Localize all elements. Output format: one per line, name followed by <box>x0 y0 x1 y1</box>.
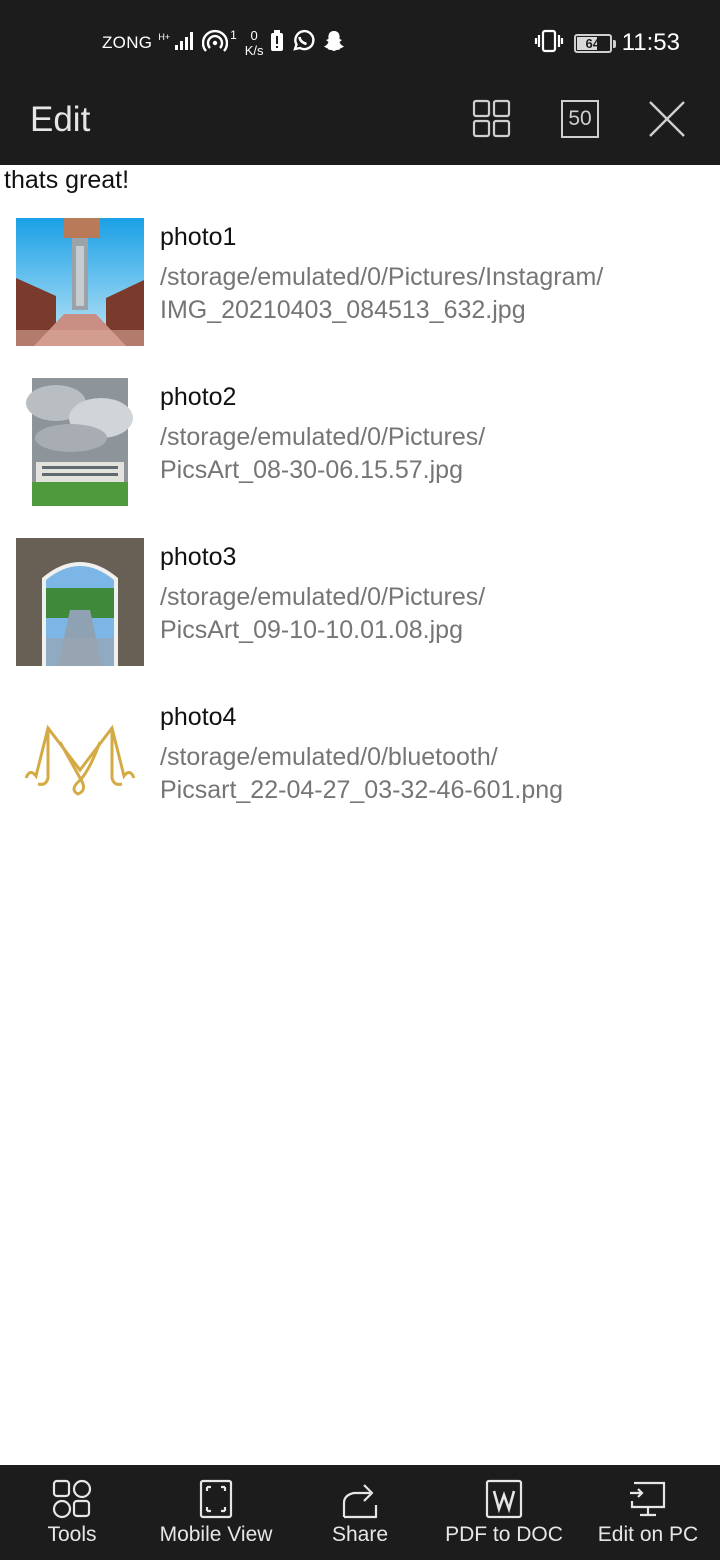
photo-thumbnail <box>16 698 144 826</box>
edit-on-pc-button[interactable]: Edit on PC <box>590 1465 706 1560</box>
carrier-name: ZONG <box>102 33 153 52</box>
photo-path-line: PicsArt_09-10-10.01.08.jpg <box>160 616 463 644</box>
status-bar: ZONG H+ 1 0 K/s 64 11:53 <box>0 0 720 84</box>
top-toolbar: Edit 50 <box>0 84 720 165</box>
close-button[interactable] <box>646 98 688 140</box>
share-icon <box>340 1479 380 1519</box>
list-item[interactable]: photo3 /storage/emulated/0/Pictures/ Pic… <box>0 538 720 698</box>
photo-list: photo1 /storage/emulated/0/Pictures/Inst… <box>0 218 720 858</box>
mobile-view-icon <box>199 1479 233 1519</box>
photo-name: photo1 <box>160 223 237 251</box>
photo-name: photo2 <box>160 383 237 411</box>
photo-path-line: PicsArt_08-30-06.15.57.jpg <box>160 456 463 484</box>
battery-percent: 64 <box>585 35 600 51</box>
photo-path: /storage/emulated/0/bluetooth/ Picsart_2… <box>160 741 705 807</box>
tools-icon <box>52 1479 92 1519</box>
zoom-level: 50 <box>561 100 599 138</box>
clock: 11:53 <box>621 29 680 56</box>
photo-path-line: /storage/emulated/0/Pictures/ <box>160 423 486 451</box>
mobile-view-label: Mobile View <box>159 1523 273 1546</box>
battery-indicator: 64 <box>573 33 616 53</box>
photo-path: /storage/emulated/0/Pictures/ PicsArt_08… <box>160 421 705 487</box>
photo-path-line: /storage/emulated/0/Pictures/Instagram/ <box>160 263 604 291</box>
pc-monitor-icon <box>628 1479 668 1519</box>
speed-value: 0 <box>250 28 258 43</box>
share-button[interactable]: Share <box>316 1465 404 1560</box>
word-doc-icon <box>485 1479 523 1519</box>
grid-view-button[interactable] <box>471 98 513 140</box>
hotspot-client-count: 1 <box>230 28 237 42</box>
signal-icon <box>174 31 196 56</box>
photo-path-line: IMG_20210403_084513_632.jpg <box>160 296 526 324</box>
close-icon <box>649 101 685 137</box>
status-right: 64 11:53 <box>534 26 680 60</box>
photo-path-line: Picsart_22-04-27_03-32-46-601.png <box>160 776 564 804</box>
photo-path-line: /storage/emulated/0/bluetooth/ <box>160 743 498 771</box>
edit-on-pc-label: Edit on PC <box>597 1523 699 1546</box>
photo-name: photo4 <box>160 703 237 731</box>
photo-path: /storage/emulated/0/Pictures/Instagram/ … <box>160 261 705 327</box>
speed-unit: K/s <box>244 43 264 58</box>
photo-name: photo3 <box>160 543 237 571</box>
bottom-toolbar: Tools Mobile View Share PDF to DOC Edit … <box>0 1465 720 1560</box>
message-text: thats great! <box>4 166 130 194</box>
tools-button[interactable]: Tools <box>26 1465 118 1560</box>
list-item[interactable]: photo2 /storage/emulated/0/Pictures/ Pic… <box>0 378 720 538</box>
photo-path-line: /storage/emulated/0/Pictures/ <box>160 583 486 611</box>
photo-thumbnail <box>16 538 144 666</box>
list-item[interactable]: photo1 /storage/emulated/0/Pictures/Inst… <box>0 218 720 378</box>
photo-thumbnail <box>16 378 144 506</box>
network-type: H+ <box>158 31 171 42</box>
share-label: Share <box>331 1523 389 1546</box>
pdf-to-doc-label: PDF to DOC <box>445 1523 563 1546</box>
page-title: Edit <box>30 100 91 139</box>
pdf-to-doc-button[interactable]: PDF to DOC <box>440 1465 568 1560</box>
hotspot-icon <box>201 29 229 58</box>
list-item[interactable]: photo4 /storage/emulated/0/bluetooth/ Pi… <box>0 698 720 858</box>
photo-path: /storage/emulated/0/Pictures/ PicsArt_09… <box>160 581 705 647</box>
battery-saver-icon <box>270 29 284 57</box>
whatsapp-icon <box>290 28 316 59</box>
status-left: ZONG H+ 1 0 K/s <box>102 26 346 60</box>
snapchat-icon <box>322 29 346 58</box>
vibrate-icon <box>534 29 564 58</box>
grid-view-icon <box>472 99 511 138</box>
zoom-button[interactable]: 50 <box>559 98 601 140</box>
photo-thumbnail <box>16 218 144 346</box>
network-speed: 0 K/s <box>245 28 264 58</box>
tools-label: Tools <box>47 1523 97 1546</box>
mobile-view-button[interactable]: Mobile View <box>150 1465 282 1560</box>
